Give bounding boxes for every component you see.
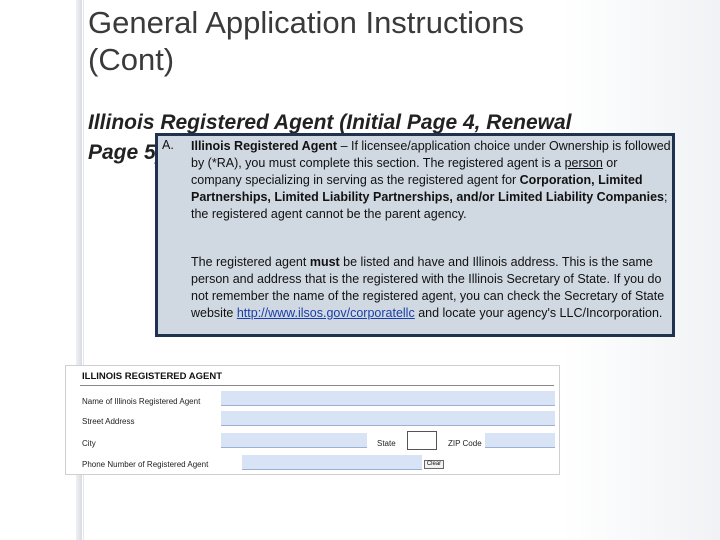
instructions-paragraph-1: Illinois Registered Agent – If licensee/… <box>191 138 671 223</box>
zip-code-field[interactable] <box>485 433 555 448</box>
registered-agent-form: ILLINOIS REGISTERED AGENT Name of Illino… <box>65 365 560 475</box>
phone-number-field[interactable] <box>242 455 422 470</box>
city-field[interactable] <box>221 433 367 448</box>
name-label: Name of Illinois Registered Agent <box>82 397 201 406</box>
title-line-1: General Application Instructions <box>88 5 524 40</box>
form-title: ILLINOIS REGISTERED AGENT <box>82 371 223 382</box>
p2-text-c: and locate your agency's LLC/Incorporati… <box>414 306 663 320</box>
instructions-paragraph-2: The registered agent must be listed and … <box>191 254 671 322</box>
street-address-field[interactable] <box>221 411 555 426</box>
state-label: State <box>377 439 396 448</box>
city-label: City <box>82 439 96 448</box>
clear-button[interactable]: Clear <box>424 460 444 469</box>
zip-label: ZIP Code <box>448 439 482 448</box>
person-term: person <box>564 156 603 170</box>
slide-title: General Application Instructions (Cont) <box>88 4 688 78</box>
list-marker: A. <box>162 138 174 152</box>
p2-text-a: The registered agent <box>191 255 310 269</box>
agent-name-field[interactable] <box>221 391 555 406</box>
form-divider <box>80 385 554 386</box>
sos-website-link[interactable]: http://www.ilsos.gov/corporatellc <box>237 306 415 320</box>
state-field[interactable] <box>407 431 437 450</box>
must-term: must <box>309 255 340 269</box>
section-heading: Illinois Registered Agent <box>191 139 338 153</box>
instructions-box: A. Illinois Registered Agent – If licens… <box>155 133 675 337</box>
street-label: Street Address <box>82 417 135 426</box>
phone-label: Phone Number of Registered Agent <box>82 460 209 469</box>
title-line-2: (Cont) <box>88 42 175 77</box>
